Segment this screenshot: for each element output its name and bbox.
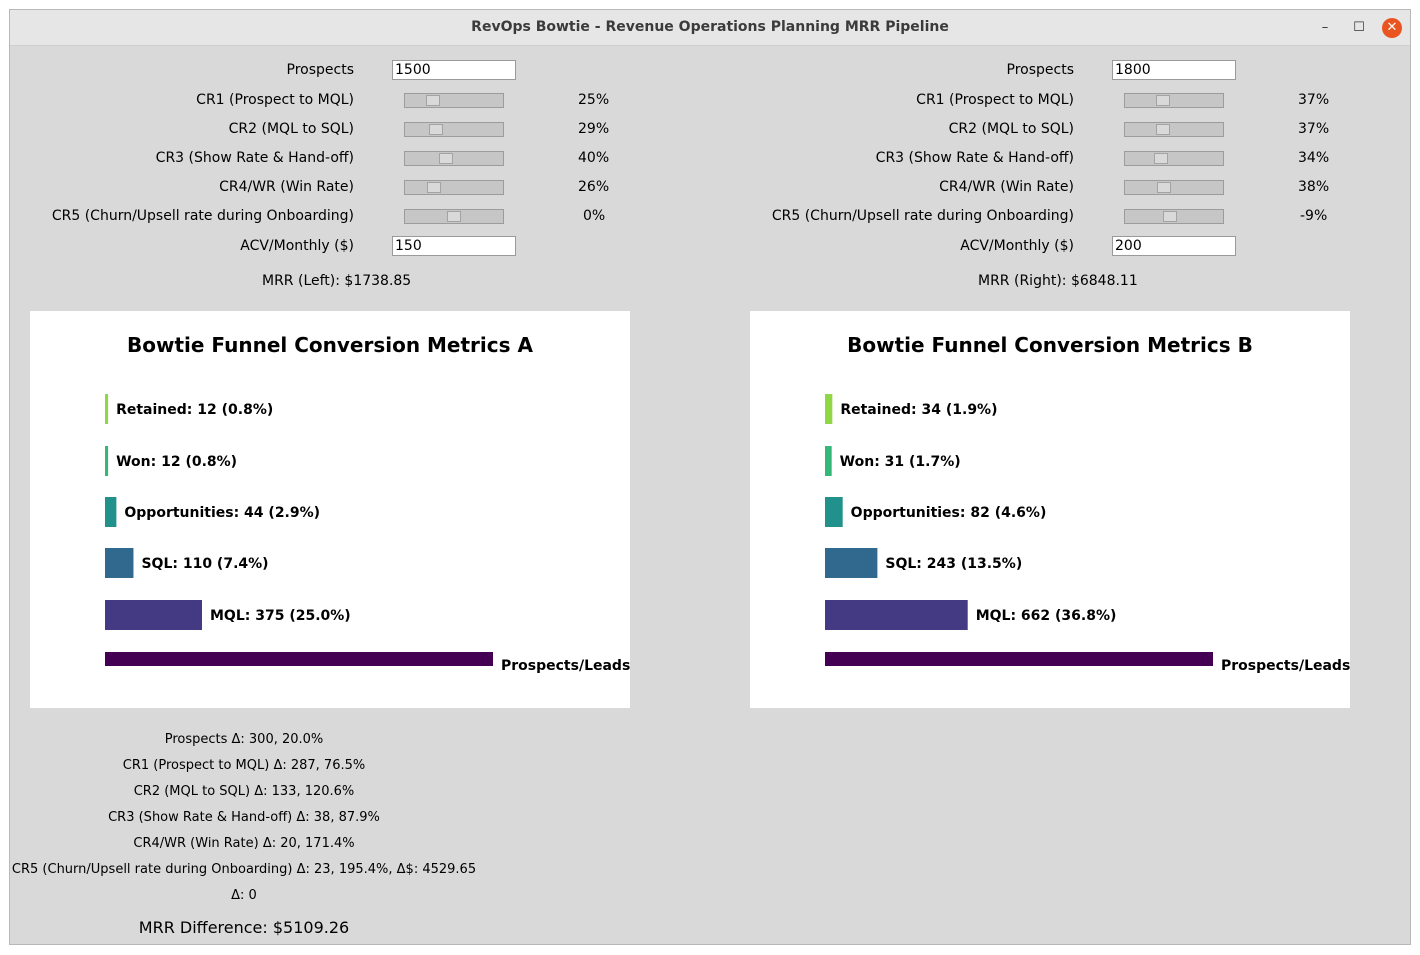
- close-icon[interactable]: ✕: [1382, 18, 1402, 38]
- slider-thumb[interactable]: [1156, 95, 1170, 106]
- funnel-label-won: Won: 31 (1.7%): [840, 454, 961, 470]
- funnel-bar-retained: [105, 394, 109, 424]
- right-prospects-label: Prospects: [1006, 62, 1074, 78]
- left-cr5-value: 0%: [583, 208, 606, 224]
- left-cr2-slider[interactable]: [404, 122, 504, 137]
- right-cr5-slider[interactable]: [1124, 209, 1224, 224]
- title-bar: RevOps Bowtie - Revenue Operations Plann…: [10, 10, 1410, 46]
- left-acv-label: ACV/Monthly ($): [240, 238, 354, 254]
- slider-thumb[interactable]: [1154, 153, 1168, 164]
- right-prospects-input[interactable]: 1800: [1112, 60, 1236, 80]
- funnel-bar-won: [825, 446, 832, 476]
- right-cr2-slider[interactable]: [1124, 122, 1224, 137]
- right-cr5-label: CR5 (Churn/Upsell rate during Onboarding…: [771, 208, 1074, 224]
- left-cr4-slider[interactable]: [404, 180, 504, 195]
- slider-thumb[interactable]: [429, 124, 443, 135]
- window-title: RevOps Bowtie - Revenue Operations Plann…: [471, 19, 949, 35]
- funnel-bar-retained: [825, 394, 833, 424]
- delta-cr1: CR1 (Prospect to MQL) Δ: 287, 76.5%: [122, 758, 366, 773]
- left-cr2-value: 29%: [578, 121, 610, 137]
- left-cr1-slider[interactable]: [404, 93, 504, 108]
- right-cr1-slider[interactable]: [1124, 93, 1224, 108]
- funnel-chart-a: Bowtie Funnel Conversion Metrics A Prosp…: [30, 311, 630, 708]
- funnel-label-opportunities: Opportunities: 44 (2.9%): [124, 505, 320, 521]
- left-cr1-label: CR1 (Prospect to MQL): [196, 92, 354, 108]
- left-cr3-label: CR3 (Show Rate & Hand-off): [155, 150, 354, 166]
- left-acv-input[interactable]: 150: [392, 236, 516, 256]
- funnel-label-retained: Retained: 34 (1.9%): [840, 402, 997, 418]
- mrr-difference: MRR Difference: $5109.26: [138, 918, 350, 937]
- funnel-bar-opportunities: [825, 497, 843, 527]
- funnel-label-retained: Retained: 12 (0.8%): [116, 402, 273, 418]
- right-mrr-readout: MRR (Right): $6848.11: [978, 273, 1138, 289]
- left-cr4-value: 26%: [578, 179, 610, 195]
- delta-cr4: CR4/WR (Win Rate) Δ: 20, 171.4%: [133, 836, 355, 851]
- left-mrr-readout: MRR (Left): $1738.85: [262, 273, 412, 289]
- right-cr2-label: CR2 (MQL to SQL): [948, 121, 1074, 137]
- slider-thumb[interactable]: [1156, 124, 1170, 135]
- right-cr3-label: CR3 (Show Rate & Hand-off): [875, 150, 1074, 166]
- delta-cr5: CR5 (Churn/Upsell rate during Onboarding…: [11, 862, 477, 877]
- left-cr1-value: 25%: [578, 92, 610, 108]
- slider-thumb[interactable]: [1157, 182, 1171, 193]
- left-prospects-input[interactable]: 1500: [392, 60, 516, 80]
- left-cr4-label: CR4/WR (Win Rate): [219, 179, 354, 195]
- funnel-bar-sql: [825, 548, 878, 578]
- right-acv-label: ACV/Monthly ($): [960, 238, 1074, 254]
- left-prospects-label: Prospects: [286, 62, 354, 78]
- funnel-label-prospects-leads: Prospects/Leads: [501, 658, 630, 674]
- right-acv-input[interactable]: 200: [1112, 236, 1236, 256]
- left-cr5-slider[interactable]: [404, 209, 504, 224]
- slider-thumb[interactable]: [426, 95, 440, 106]
- right-cr3-value: 34%: [1298, 150, 1330, 166]
- delta-prospects: Prospects Δ: 300, 20.0%: [164, 732, 324, 747]
- maximize-icon[interactable]: ☐: [1349, 18, 1369, 38]
- slider-thumb[interactable]: [439, 153, 453, 164]
- funnel-label-prospects-leads: Prospects/Leads: [1221, 658, 1350, 674]
- funnel-label-mql: MQL: 375 (25.0%): [210, 608, 351, 624]
- slider-thumb[interactable]: [427, 182, 441, 193]
- right-cr4-value: 38%: [1298, 179, 1330, 195]
- left-cr5-label: CR5 (Churn/Upsell rate during Onboarding…: [51, 208, 354, 224]
- minimize-icon[interactable]: –: [1315, 18, 1335, 38]
- funnel-bar-won: [105, 446, 109, 476]
- right-cr2-value: 37%: [1298, 121, 1330, 137]
- chart-a-svg: Prospects/Leads MQL: 375 (25.0%) SQL: 110 …: [105, 394, 630, 674]
- app-window: RevOps Bowtie - Revenue Operations Plann…: [9, 9, 1411, 945]
- right-cr1-label: CR1 (Prospect to MQL): [916, 92, 1074, 108]
- funnel-label-won: Won: 12 (0.8%): [116, 454, 237, 470]
- funnel-label-sql: SQL: 110 (7.4%): [141, 556, 268, 572]
- funnel-bar-prospects-leads: [825, 652, 1213, 666]
- funnel-label-mql: MQL: 662 (36.8%): [976, 608, 1117, 624]
- delta-cr3: CR3 (Show Rate & Hand-off) Δ: 38, 87.9%: [108, 810, 380, 825]
- funnel-bar-sql: [105, 548, 134, 578]
- funnel-label-sql: SQL: 243 (13.5%): [885, 556, 1022, 572]
- funnel-bar-opportunities: [105, 497, 117, 527]
- right-cr4-label: CR4/WR (Win Rate): [939, 179, 1074, 195]
- slider-thumb[interactable]: [447, 211, 461, 222]
- right-cr3-slider[interactable]: [1124, 151, 1224, 166]
- left-cr3-slider[interactable]: [404, 151, 504, 166]
- right-cr5-value: -9%: [1300, 208, 1328, 224]
- funnel-bar-prospects-leads: [105, 652, 493, 666]
- left-cr2-label: CR2 (MQL to SQL): [228, 121, 354, 137]
- funnel-bar-mql: [105, 600, 202, 630]
- slider-thumb[interactable]: [1163, 211, 1177, 222]
- funnel-bar-mql: [825, 600, 968, 630]
- funnel-label-opportunities: Opportunities: 82 (4.6%): [851, 505, 1047, 521]
- delta-cr2: CR2 (MQL to SQL) Δ: 133, 120.6%: [133, 784, 355, 799]
- right-cr4-slider[interactable]: [1124, 180, 1224, 195]
- right-cr1-value: 37%: [1298, 92, 1330, 108]
- chart-b-svg: Prospects/Leads MQL: 662 (36.8%) SQL: 243 …: [825, 394, 1350, 674]
- left-cr3-value: 40%: [578, 150, 610, 166]
- funnel-chart-b: Bowtie Funnel Conversion Metrics B Prosp…: [750, 311, 1350, 708]
- delta-extra: Δ: 0: [231, 888, 257, 903]
